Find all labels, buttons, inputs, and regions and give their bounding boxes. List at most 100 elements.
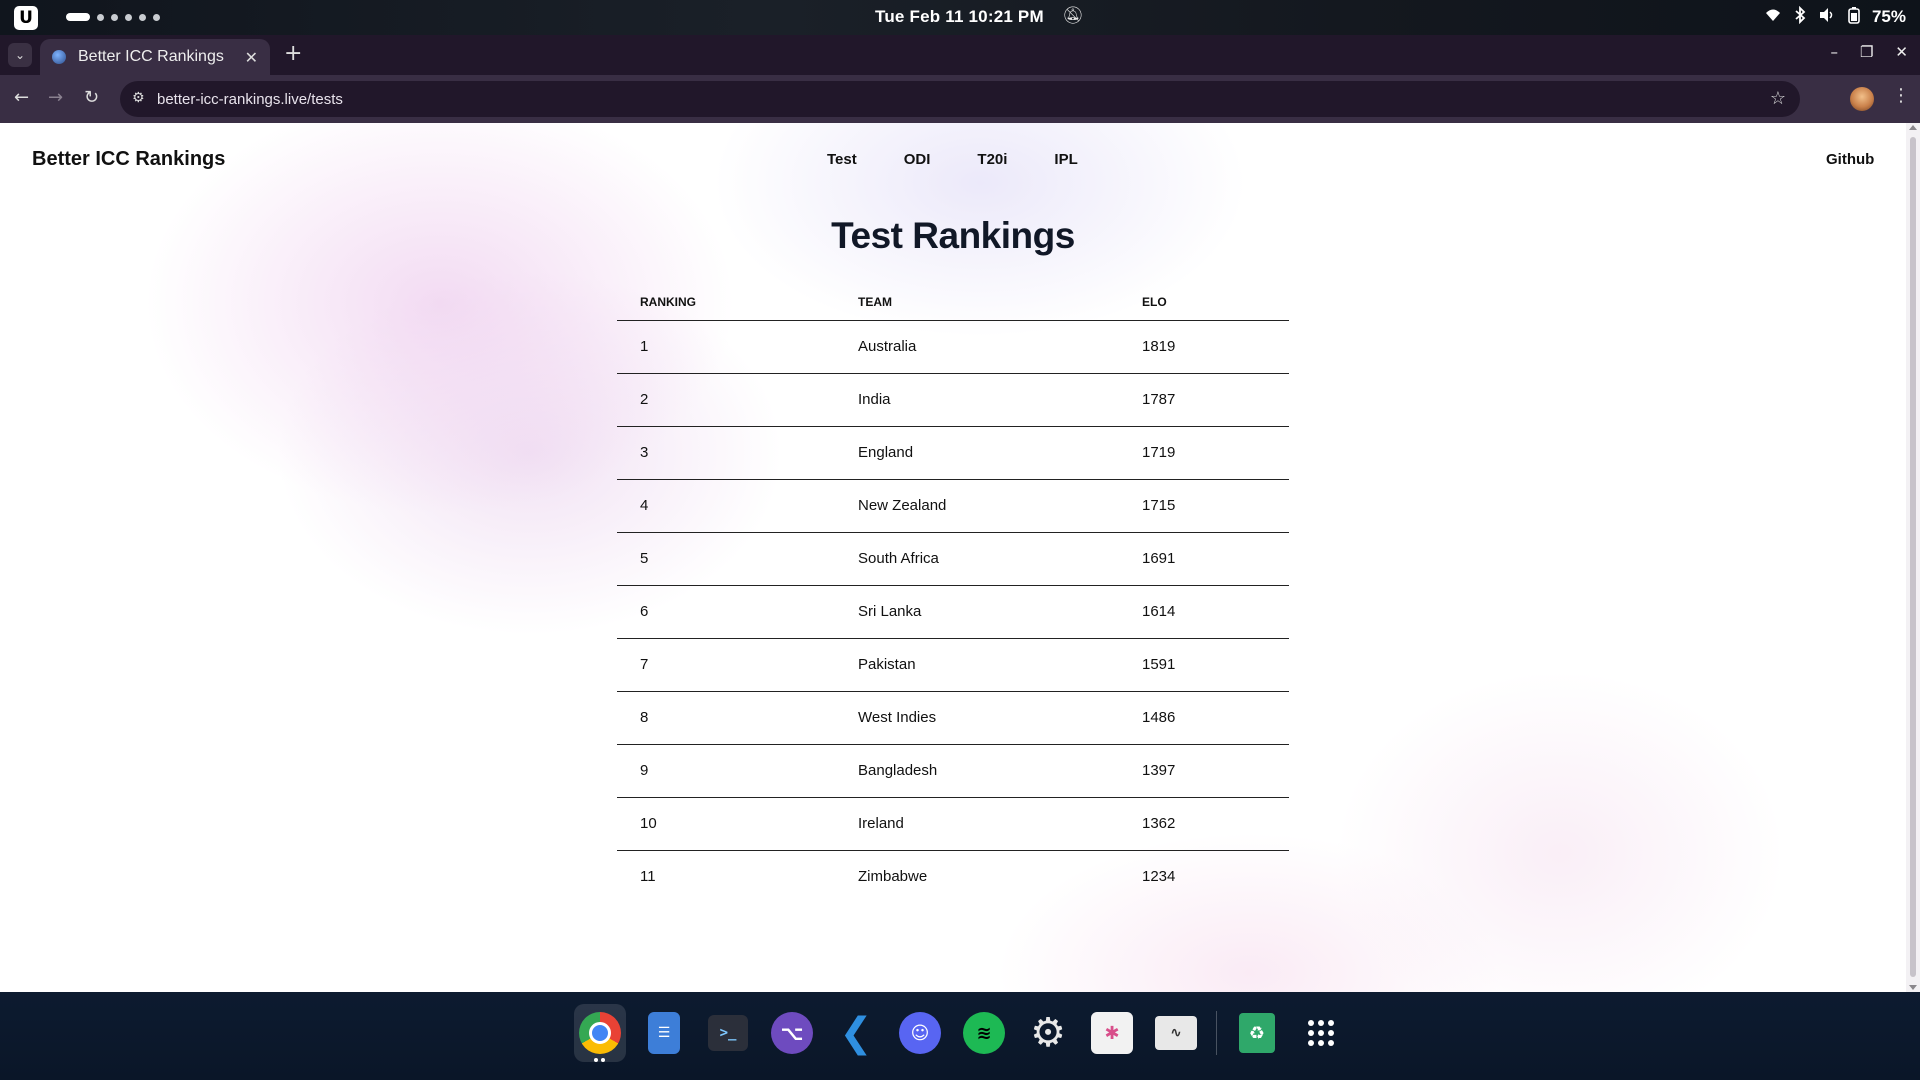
team-cell: England [858, 426, 1142, 480]
dock-github-desktop[interactable]: ⌥ [766, 1004, 818, 1062]
tab-close-icon[interactable]: ✕ [245, 48, 258, 67]
elo-cell: 1486 [1142, 691, 1289, 745]
rank-cell: 6 [617, 585, 858, 639]
site-title[interactable]: Better ICC Rankings [32, 148, 225, 171]
dock: ☰ >_ ⌥ ❮ ☺ ≋ ⚙ ✱ ∿ ♻ [0, 992, 1920, 1080]
tab-title: Better ICC Rankings [78, 48, 224, 65]
nav-ipl-link[interactable]: IPL [1054, 151, 1077, 168]
scroll-down-arrow-icon[interactable] [1909, 985, 1917, 990]
rankings-table: RANKING TEAM ELO 1 Australia 1819 2 India 17… [617, 283, 1289, 903]
team-cell: India [858, 373, 1142, 427]
battery-percentage: 75% [1871, 7, 1906, 26]
system-tray[interactable]: 75% [1764, 5, 1906, 28]
page-scrollbar[interactable] [1906, 123, 1920, 992]
browser-toolbar: ← → ↻ ⚙ better-icc-rankings.live/tests ☆… [0, 75, 1920, 123]
os-logo-icon[interactable]: U [14, 6, 38, 30]
browser-tab-active[interactable]: Better ICC Rankings ✕ [40, 39, 270, 75]
site-info-tune-icon[interactable]: ⚙ [132, 90, 145, 106]
reload-icon[interactable]: ↻ [84, 87, 99, 108]
team-cell: Pakistan [858, 638, 1142, 692]
table-header-row: RANKING TEAM ELO [617, 283, 1289, 321]
window-controls: – ❐ ✕ [1830, 43, 1908, 61]
rank-cell: 5 [617, 532, 858, 586]
dock-files[interactable]: ☰ [638, 1004, 690, 1062]
team-cell: Sri Lanka [858, 585, 1142, 639]
new-tab-plus-icon[interactable]: + [284, 41, 302, 66]
rank-cell: 2 [617, 373, 858, 427]
restore-icon[interactable]: ❐ [1860, 43, 1873, 61]
spotify-icon: ≋ [963, 1012, 1005, 1054]
scroll-up-arrow-icon[interactable] [1909, 125, 1917, 130]
team-cell: New Zealand [858, 479, 1142, 533]
elo-cell: 1234 [1142, 868, 1176, 886]
dock-vscode[interactable]: ❮ [830, 1004, 882, 1062]
column-header-team: TEAM [858, 283, 1142, 321]
profile-avatar[interactable] [1850, 87, 1874, 111]
column-header-ranking: RANKING [617, 283, 858, 321]
workspace-dot[interactable] [153, 13, 160, 21]
dock-discord[interactable]: ☺ [894, 1004, 946, 1062]
github-desktop-icon: ⌥ [771, 1012, 813, 1054]
rank-cell: 7 [617, 638, 858, 692]
dock-app-grid[interactable] [1295, 1004, 1347, 1062]
url-text[interactable]: better-icc-rankings.live/tests [157, 91, 343, 108]
table-row: 5 South Africa 1691 [617, 532, 1289, 586]
nav-odi-link[interactable]: ODI [904, 151, 931, 168]
dock-app-store[interactable]: ✱ [1086, 1004, 1138, 1062]
table-row: 6 Sri Lanka 1614 [617, 585, 1289, 639]
minimize-icon[interactable]: – [1830, 43, 1838, 61]
table-row: 1 Australia 1819 [617, 320, 1289, 374]
team-cell: West Indies [858, 691, 1142, 745]
team-cell: Australia [858, 320, 1142, 374]
elo-cell: 1591 [1142, 638, 1289, 692]
settings-gear-icon: ⚙ [1030, 1010, 1066, 1056]
scrollbar-thumb[interactable] [1910, 137, 1916, 977]
column-header-elo: ELO [1142, 283, 1289, 321]
volume-icon [1818, 7, 1836, 27]
workspace-indicator[interactable] [66, 13, 160, 21]
table-row: 9 Bangladesh 1397 [617, 744, 1289, 798]
workspace-dot[interactable] [139, 13, 146, 21]
workspace-active[interactable] [66, 13, 90, 21]
table-row: 8 West Indies 1486 [617, 691, 1289, 745]
page-title: Test Rankings [831, 215, 1075, 256]
browser-menu-kebab-icon[interactable]: ⋮ [1892, 85, 1910, 106]
running-indicator [594, 1058, 606, 1062]
workspace-dot[interactable] [125, 13, 132, 21]
workspace-dot[interactable] [97, 13, 104, 21]
tab-search-chevron-icon[interactable]: ⌄ [8, 43, 32, 67]
elo-cell: 1397 [1142, 744, 1289, 798]
table-row: 3 England 1719 [617, 426, 1289, 480]
rank-cell: 4 [617, 479, 858, 533]
app-store-icon: ✱ [1091, 1012, 1133, 1054]
dock-system-monitor[interactable]: ∿ [1150, 1004, 1202, 1062]
table-row: 2 India 1787 [617, 373, 1289, 427]
table-row: 7 Pakistan 1591 [617, 638, 1289, 692]
dock-separator [1216, 1011, 1217, 1055]
clock[interactable]: Tue Feb 11 10:21 PM [875, 7, 1044, 27]
dock-terminal[interactable]: >_ [702, 1004, 754, 1062]
team-cell: Zimbabwe [858, 868, 928, 886]
nav-t20i-link[interactable]: T20i [977, 151, 1007, 168]
vscode-icon: ❮ [839, 1010, 873, 1056]
dock-trash[interactable]: ♻ [1231, 1004, 1283, 1062]
forward-arrow-icon[interactable]: → [48, 87, 63, 108]
workspace-dot[interactable] [111, 13, 118, 21]
rank-cell: 10 [617, 797, 858, 851]
app-grid-icon [1300, 1012, 1342, 1054]
close-window-icon[interactable]: ✕ [1895, 43, 1908, 61]
elo-cell: 1787 [1142, 373, 1289, 427]
notifications-muted-icon[interactable]: 🔕︎ [1062, 6, 1084, 26]
dock-spotify[interactable]: ≋ [958, 1004, 1010, 1062]
rank-cell: 1 [617, 320, 858, 374]
back-arrow-icon[interactable]: ← [14, 87, 29, 108]
elo-cell: 1715 [1142, 479, 1289, 533]
bookmark-star-icon[interactable]: ☆ [1770, 88, 1786, 109]
elo-cell: 1719 [1142, 426, 1289, 480]
bluetooth-icon [1794, 5, 1806, 28]
dock-chrome[interactable] [574, 1004, 626, 1062]
dock-settings[interactable]: ⚙ [1022, 1004, 1074, 1062]
address-bar[interactable]: ⚙ better-icc-rankings.live/tests ☆ [120, 81, 1800, 117]
github-link[interactable]: Github [1826, 151, 1874, 168]
nav-test-link[interactable]: Test [827, 151, 857, 168]
